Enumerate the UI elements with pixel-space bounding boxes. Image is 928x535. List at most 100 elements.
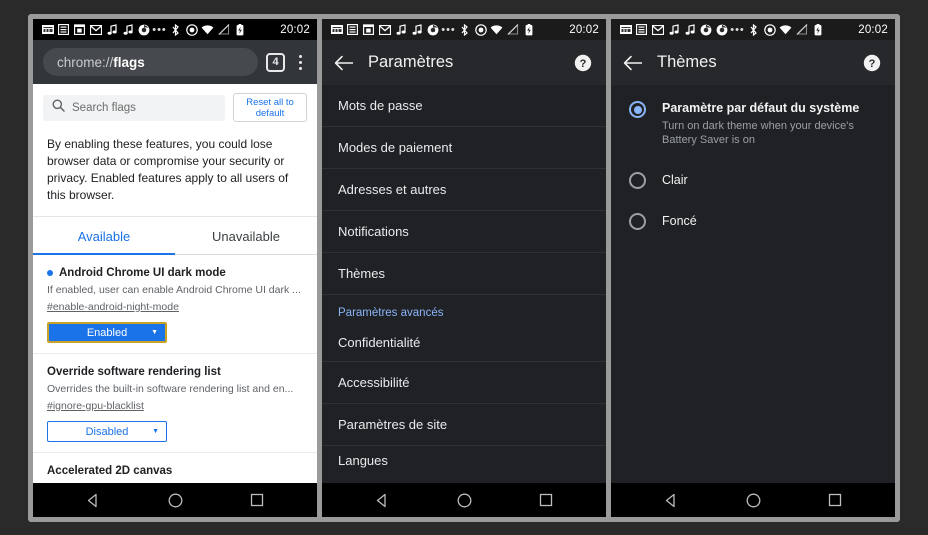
music-note-icon xyxy=(410,23,423,36)
theme-option-sublabel: Turn on dark theme when your device's Ba… xyxy=(662,120,854,146)
settings-item-addresses[interactable]: Adresses et autres xyxy=(322,169,606,211)
bluetooth-icon xyxy=(747,23,760,36)
battery-charging-icon xyxy=(522,23,535,36)
chrome-toolbar: chrome://flags 4 xyxy=(33,40,317,84)
settings-item-passwords[interactable]: Mots de passe xyxy=(322,85,606,127)
omnibox[interactable]: chrome://flags xyxy=(43,48,258,76)
screenshot-stage: ••• 20:02 chrome://flags 4 Search flags … xyxy=(0,0,928,535)
settings-body: Mots de passe Modes de paiement Adresses… xyxy=(322,85,606,483)
battery-charging-icon xyxy=(233,23,246,36)
search-input[interactable]: Search flags xyxy=(43,94,225,121)
nav-back-icon[interactable] xyxy=(374,492,391,509)
flags-page-body: Search flags Reset all to default By ena… xyxy=(33,84,317,483)
gmail-icon xyxy=(378,23,391,36)
chrome-icon xyxy=(699,23,712,36)
flag-title-row: Accelerated 2D canvas xyxy=(47,465,303,477)
chrome-icon xyxy=(715,23,728,36)
nav-recents-icon[interactable] xyxy=(249,492,265,508)
music-note-icon xyxy=(394,23,407,36)
theme-option-texts: Paramètre par défaut du système Turn on … xyxy=(662,99,879,147)
wifi-icon xyxy=(490,23,503,36)
settings-item-payment-methods[interactable]: Modes de paiement xyxy=(322,127,606,169)
theme-option-texts: Foncé xyxy=(662,212,879,230)
android-navbar xyxy=(33,483,317,517)
settings-item-themes[interactable]: Thèmes xyxy=(322,253,606,295)
flag-state-select[interactable]: Enabled ▼ xyxy=(47,322,167,343)
keyboard-icon xyxy=(41,23,54,36)
settings-appbar: Paramètres ? xyxy=(322,40,606,85)
back-arrow-icon[interactable] xyxy=(334,55,354,71)
gmail-icon xyxy=(651,23,664,36)
music-note-icon xyxy=(667,23,680,36)
tab-unavailable[interactable]: Unavailable xyxy=(175,217,317,254)
flag-description: If enabled, user can enable Android Chro… xyxy=(47,284,301,296)
page-title: Paramètres xyxy=(368,53,454,71)
music-note-icon xyxy=(683,23,696,36)
svg-text:?: ? xyxy=(580,58,587,70)
flag-state-value: Disabled xyxy=(85,425,129,438)
status-bar-phone2: ••• 20:02 xyxy=(322,19,606,40)
kebab-menu-icon[interactable] xyxy=(291,51,309,73)
back-arrow-icon[interactable] xyxy=(623,55,643,71)
music-note-icon xyxy=(121,23,134,36)
flag-list: Android Chrome UI dark mode If enabled, … xyxy=(33,255,317,481)
settings-item-languages[interactable]: Langues xyxy=(322,446,606,476)
chrome-icon xyxy=(426,23,439,36)
wifi-icon xyxy=(201,23,214,36)
modified-dot-icon xyxy=(47,270,53,276)
status-bar-clock: 20:02 xyxy=(280,23,310,36)
flags-search-row: Search flags Reset all to default xyxy=(33,84,317,130)
themes-body: Paramètre par défaut du système Turn on … xyxy=(611,85,895,483)
tab-counter-button[interactable]: 4 xyxy=(266,52,285,72)
nav-back-icon[interactable] xyxy=(85,492,102,509)
theme-option-light[interactable]: Clair xyxy=(611,159,895,200)
flag-title: Override software rendering list xyxy=(47,366,221,378)
chevron-down-icon: ▼ xyxy=(151,329,158,336)
flag-title-row: Android Chrome UI dark mode xyxy=(47,267,303,279)
chevron-down-icon: ▼ xyxy=(152,428,159,435)
flag-entry: Android Chrome UI dark mode If enabled, … xyxy=(33,255,317,354)
overflow-dots-icon: ••• xyxy=(730,23,745,36)
omnibox-url: chrome://flags xyxy=(57,54,145,70)
chrome-icon xyxy=(137,23,150,36)
article-icon xyxy=(346,23,359,36)
tab-available[interactable]: Available xyxy=(33,217,175,255)
article-icon xyxy=(635,23,648,36)
nav-recents-icon[interactable] xyxy=(827,492,843,508)
status-bar-phone3: ••• 20:02 xyxy=(611,19,895,40)
nav-back-icon[interactable] xyxy=(663,492,680,509)
reset-all-to-default-button[interactable]: Reset all to default xyxy=(233,93,307,122)
flag-entry: Override software rendering list Overrid… xyxy=(33,354,317,453)
settings-item-site-settings[interactable]: Paramètres de site xyxy=(322,404,606,446)
keyboard-icon xyxy=(619,23,632,36)
bluetooth-icon xyxy=(169,23,182,36)
radio-button-checked[interactable] xyxy=(629,101,646,118)
page-title: Thèmes xyxy=(657,53,717,71)
radio-button[interactable] xyxy=(629,213,646,230)
radio-button[interactable] xyxy=(629,172,646,189)
overflow-dots-icon: ••• xyxy=(152,23,167,36)
flag-state-select[interactable]: Disabled ▼ xyxy=(47,421,167,442)
flag-anchor-link[interactable]: #enable-android-night-mode xyxy=(47,301,303,313)
theme-option-dark[interactable]: Foncé xyxy=(611,200,895,241)
theme-option-label: Clair xyxy=(662,172,688,187)
settings-item-accessibility[interactable]: Accessibilité xyxy=(322,362,606,404)
nav-home-icon[interactable] xyxy=(745,492,762,509)
nav-recents-icon[interactable] xyxy=(538,492,554,508)
theme-option-system-default[interactable]: Paramètre par défaut du système Turn on … xyxy=(611,85,895,159)
search-icon xyxy=(52,99,65,117)
settings-item-privacy[interactable]: Confidentialité xyxy=(322,324,606,362)
battery-charging-icon xyxy=(811,23,824,36)
nav-home-icon[interactable] xyxy=(456,492,473,509)
flag-anchor-link[interactable]: #ignore-gpu-blacklist xyxy=(47,400,303,412)
help-icon[interactable]: ? xyxy=(574,54,592,72)
flag-title: Android Chrome UI dark mode xyxy=(59,267,226,279)
settings-item-notifications[interactable]: Notifications xyxy=(322,211,606,253)
nav-home-icon[interactable] xyxy=(167,492,184,509)
android-navbar xyxy=(322,483,606,517)
help-icon[interactable]: ? xyxy=(863,54,881,72)
theme-option-label: Paramètre par défaut du système xyxy=(662,101,860,115)
flag-state-value: Enabled xyxy=(86,326,128,339)
signal-off-icon xyxy=(506,23,519,36)
signal-off-icon xyxy=(795,23,808,36)
